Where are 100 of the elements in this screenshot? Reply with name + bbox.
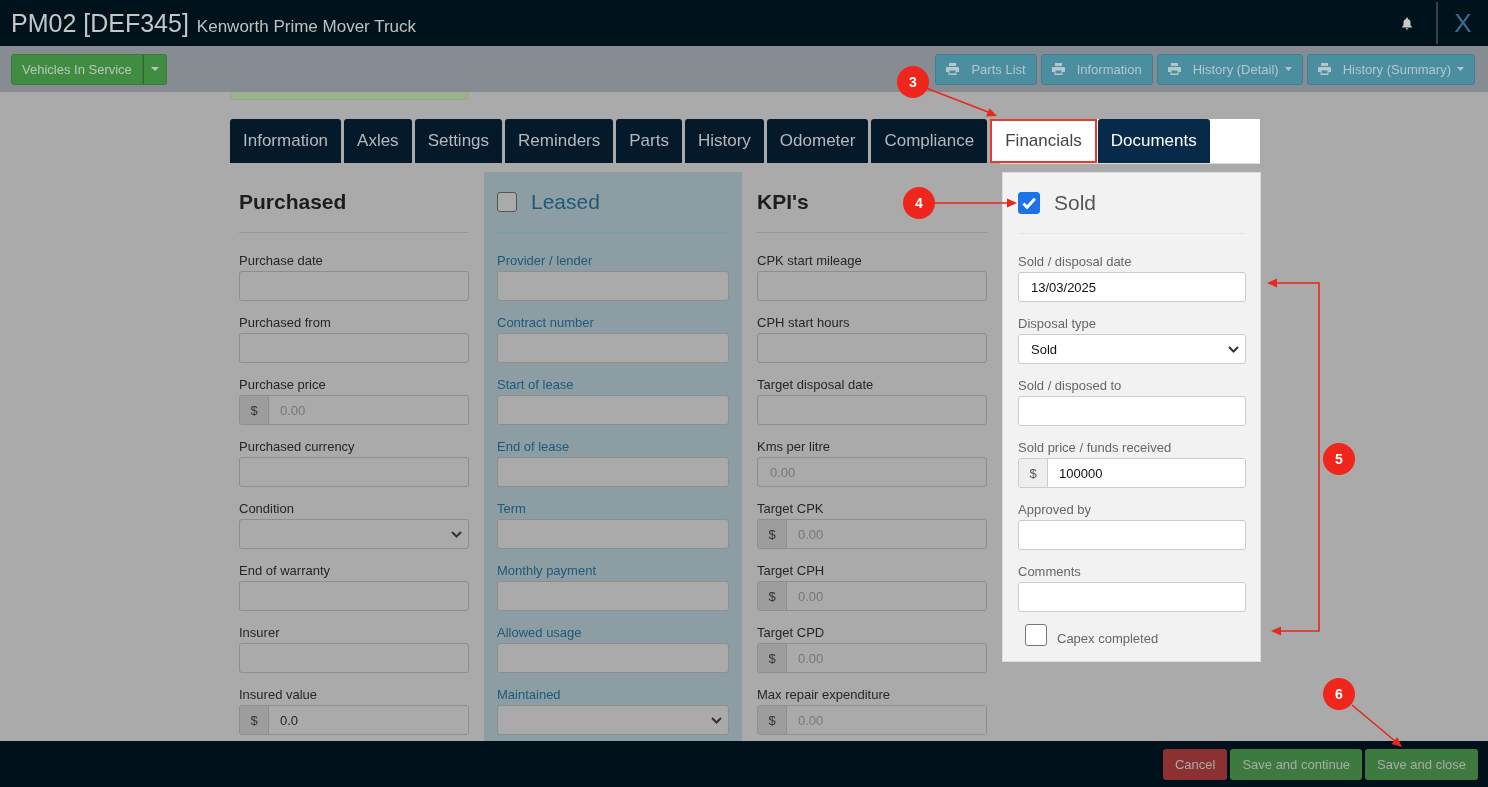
currency-input[interactable]: $ 0.0 bbox=[239, 705, 469, 735]
annotation-marker: 3 bbox=[897, 66, 929, 98]
currency-addon: $ bbox=[240, 706, 269, 734]
annotation-marker: 5 bbox=[1323, 443, 1355, 475]
caret-icon bbox=[150, 66, 159, 72]
chevron-down-icon bbox=[451, 530, 462, 538]
sold-checkbox[interactable] bbox=[1018, 192, 1040, 214]
annotation-arrow bbox=[1351, 704, 1402, 747]
section-heading: Sold bbox=[1054, 191, 1097, 215]
tab[interactable]: Reminders bbox=[505, 119, 614, 163]
input-field[interactable] bbox=[1018, 582, 1246, 612]
bell-icon[interactable] bbox=[1401, 16, 1413, 30]
input-field[interactable] bbox=[239, 581, 469, 611]
field-label: CPK start mileage bbox=[757, 253, 863, 268]
capex-checkbox[interactable] bbox=[1025, 623, 1047, 646]
field-label: Contract number bbox=[497, 315, 595, 330]
field-label: Purchased from bbox=[239, 315, 332, 330]
section-heading: Purchased bbox=[239, 190, 347, 214]
leased-checkbox[interactable] bbox=[497, 192, 517, 212]
input-field[interactable] bbox=[497, 457, 729, 487]
printer-icon bbox=[946, 63, 960, 75]
field-label: Monthly payment bbox=[497, 563, 597, 578]
field-label: Kms per litre bbox=[757, 439, 831, 454]
caret-icon bbox=[1457, 67, 1464, 71]
vehicle-subtitle: Kenworth Prime Mover Truck bbox=[196, 16, 417, 37]
input-field[interactable] bbox=[239, 457, 469, 487]
section-heading: Leased bbox=[531, 190, 600, 214]
field-label: End of lease bbox=[497, 439, 571, 454]
input-field[interactable] bbox=[497, 643, 729, 673]
tab[interactable]: Documents bbox=[1097, 119, 1210, 163]
tab[interactable]: History bbox=[684, 119, 764, 163]
input-field[interactable] bbox=[497, 271, 729, 301]
field-label: Approved by bbox=[1018, 502, 1092, 517]
chevron-down-icon bbox=[711, 716, 722, 724]
checkbox-label: Capex completed bbox=[1057, 631, 1159, 646]
tab[interactable]: Odometer bbox=[766, 119, 869, 163]
tab[interactable]: Compliance bbox=[871, 119, 988, 163]
field-label: Insurer bbox=[239, 625, 281, 640]
input-field[interactable] bbox=[239, 333, 469, 363]
currency-addon: $ bbox=[1019, 459, 1048, 487]
printer-icon bbox=[1317, 63, 1331, 75]
tab[interactable]: Parts bbox=[616, 119, 682, 163]
cancel-button[interactable]: Cancel bbox=[1162, 748, 1228, 780]
field-label: Provider / lender bbox=[497, 253, 594, 268]
currency-addon: $ bbox=[240, 396, 269, 424]
input-field[interactable]: 13/03/2025 bbox=[1018, 272, 1246, 302]
input-field[interactable] bbox=[239, 271, 469, 301]
field-label: Purchase date bbox=[239, 253, 324, 268]
field-label: Allowed usage bbox=[497, 625, 583, 640]
currency-addon: $ bbox=[758, 644, 787, 672]
input-field[interactable] bbox=[497, 395, 729, 425]
field-label: Purchased currency bbox=[239, 439, 356, 454]
vehicle-title: PM02 [DEF345] bbox=[11, 8, 189, 38]
field-label: Purchase price bbox=[239, 377, 327, 392]
field-label: Target CPK bbox=[757, 501, 825, 516]
printer-icon bbox=[1167, 63, 1181, 75]
section-heading: KPI's bbox=[757, 190, 809, 214]
input-field[interactable] bbox=[757, 395, 987, 425]
input-field[interactable] bbox=[497, 581, 729, 611]
select-field[interactable] bbox=[497, 705, 729, 735]
tab[interactable]: Information bbox=[230, 119, 342, 163]
tab[interactable]: Axles bbox=[344, 119, 412, 163]
input-field[interactable] bbox=[757, 271, 987, 301]
field-label: End of warranty bbox=[239, 563, 332, 578]
currency-addon: $ bbox=[758, 520, 787, 548]
field-label: Insured value bbox=[239, 687, 319, 702]
input-field[interactable] bbox=[1018, 396, 1246, 426]
field-label: Condition bbox=[239, 501, 295, 516]
annotation-arrow bbox=[925, 87, 997, 117]
field-label: Sold / disposed to bbox=[1018, 378, 1123, 393]
currency-addon: $ bbox=[758, 706, 787, 734]
input-field[interactable] bbox=[757, 333, 987, 363]
currency-input[interactable]: $ 100000 bbox=[1018, 458, 1246, 488]
field-label: Term bbox=[497, 501, 527, 516]
annotation-marker: 6 bbox=[1323, 678, 1355, 710]
annotation-marker: 4 bbox=[903, 187, 935, 219]
status-caret-button[interactable] bbox=[142, 53, 167, 85]
chevron-down-icon bbox=[1228, 345, 1239, 353]
field-label: Target CPD bbox=[757, 625, 826, 640]
printer-icon bbox=[1051, 63, 1065, 75]
field-label: Start of lease bbox=[497, 377, 575, 392]
field-label: CPH start hours bbox=[757, 315, 851, 330]
field-label: Sold / disposal date bbox=[1018, 254, 1133, 269]
field-label: Comments bbox=[1018, 564, 1082, 579]
field-label: Max repair expenditure bbox=[757, 687, 891, 702]
field-label: Disposal type bbox=[1018, 316, 1098, 331]
currency-addon: $ bbox=[758, 582, 787, 610]
field-label: Sold price / funds received bbox=[1018, 440, 1173, 455]
tab[interactable]: Settings bbox=[414, 119, 503, 163]
input-field[interactable] bbox=[239, 643, 469, 673]
input-field[interactable] bbox=[1018, 520, 1246, 550]
select-field[interactable]: Sold bbox=[1018, 334, 1246, 364]
field-label: Maintained bbox=[497, 687, 562, 702]
select-field[interactable] bbox=[239, 519, 469, 549]
field-label: Target disposal date bbox=[757, 377, 875, 392]
input-field[interactable] bbox=[497, 519, 729, 549]
input-field[interactable] bbox=[497, 333, 729, 363]
caret-icon bbox=[1284, 67, 1292, 71]
tab[interactable]: Financials bbox=[990, 119, 1097, 163]
field-label: Target CPH bbox=[757, 563, 826, 578]
